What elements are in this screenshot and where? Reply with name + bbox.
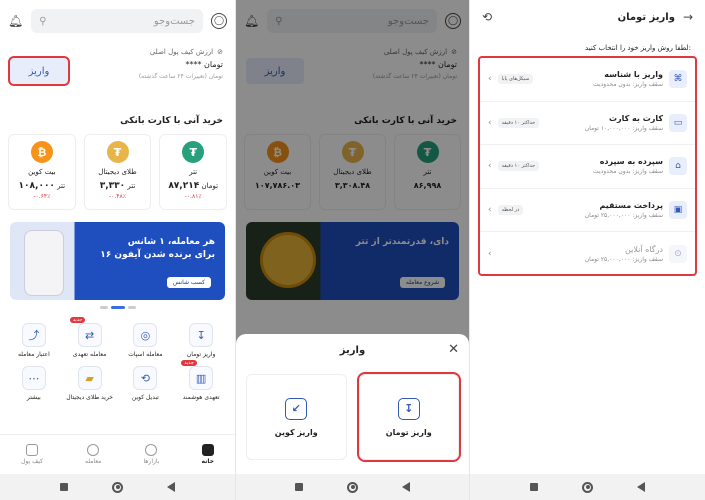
android-nav-bar xyxy=(470,474,705,500)
bottom-tab-bar: کیف پول معامله بازارها خانه xyxy=(0,434,235,474)
phone-image xyxy=(24,230,64,296)
deposit-sheet-screen: 🔔︎ ⚲ جست‌وجو ◯ ارزش کیف پول اصلی ⊘ **** ت… xyxy=(236,0,470,500)
method-badge: در لحظه xyxy=(497,204,524,215)
service-credit[interactable]: ⤴ اعتبار معامله xyxy=(6,323,62,358)
method-badge: حداکثر ۱۰ دقیقه xyxy=(497,161,540,172)
notification-icon[interactable]: 🔔︎ xyxy=(8,14,23,28)
markets-icon xyxy=(145,444,158,456)
back-arrow-icon[interactable]: → xyxy=(683,10,693,24)
smart-margin-icon: ▥ xyxy=(189,366,214,390)
chevron-left-icon: ‹ xyxy=(488,248,492,259)
service-spot[interactable]: ◎ معامله اسپات xyxy=(118,323,174,358)
deposit-toman-option[interactable]: ↧ واریز تومان xyxy=(356,372,461,462)
coin-card-gold[interactable]: ₮ طلای دیجیتال ۳,۳۳۰ تتر -۰.۴۸٪ xyxy=(83,134,152,210)
service-convert[interactable]: ⟲ تبدیل کوین xyxy=(118,366,174,401)
trade-icon xyxy=(87,444,100,456)
new-badge: جدید xyxy=(69,317,86,323)
eye-off-icon[interactable]: ⊘ xyxy=(217,48,223,56)
credit-icon: ⤴ xyxy=(21,323,46,347)
bank-icon: ⌂ xyxy=(669,157,687,176)
banner-cta[interactable]: کسب شانس xyxy=(166,277,211,288)
tab-wallet[interactable]: کیف پول xyxy=(21,444,43,465)
back-icon[interactable] xyxy=(167,482,175,492)
home-button-icon[interactable] xyxy=(112,481,123,493)
method-id-deposit[interactable]: ‹ سیکل‌های پایا واریز با شناسه سقف واریز:… xyxy=(480,58,695,102)
deposit-toman-icon: ↧ xyxy=(397,397,420,420)
page-title: واریز تومان xyxy=(617,11,675,23)
method-account-transfer[interactable]: ‹ حداکثر ۱۰ دقیقه سپرده به سپرده سقف واری… xyxy=(480,145,695,189)
promo-banner[interactable]: هر معامله، ۱ شانس برای برنده شدن آیفون ۱… xyxy=(10,222,225,300)
deposit-toman-icon: ↧ xyxy=(189,323,214,347)
method-badge: حداکثر ۱۰ دقیقه xyxy=(497,117,540,128)
tab-trade[interactable]: معامله xyxy=(85,444,101,465)
deposit-button[interactable]: واریز xyxy=(8,56,70,86)
direct-pay-icon: ▣ xyxy=(669,200,687,219)
coin-card-btc[interactable]: ₿ بیت کوین ۱۰۸,۰۰۰ تتر -۰.۶۴٪ xyxy=(8,134,76,210)
chevron-left-icon: ‹ xyxy=(488,74,492,85)
deposit-bottom-sheet: واریز ✕ ↙ واریز کوین ↧ واریز تومان xyxy=(236,334,469,474)
tab-home[interactable]: خانه xyxy=(201,444,214,465)
service-smart-margin[interactable]: جدید ▥ تعهدی هوشمند xyxy=(173,360,229,401)
home-icon xyxy=(201,444,214,456)
chevron-left-icon: ‹ xyxy=(488,161,492,172)
android-nav-bar xyxy=(236,474,469,500)
header: ⟲ واریز تومان → xyxy=(470,0,705,34)
close-icon[interactable]: ✕ xyxy=(448,342,459,357)
coin-card-usdt[interactable]: ₮ تتر ۸۷,۲۱۴ تومان -۰.۸۱٪ xyxy=(159,134,228,210)
search-icon: ⚲ xyxy=(39,15,47,27)
method-online-gateway[interactable]: ‹ درگاه آنلاین سقف واریز: ۲۵,۰۰۰,۰۰۰ توما… xyxy=(480,232,695,276)
back-icon[interactable] xyxy=(637,482,645,492)
id-deposit-icon: ⌘ xyxy=(669,70,687,89)
service-deposit-toman[interactable]: ↧ واریز تومان xyxy=(173,323,229,358)
tether-icon: ₮ xyxy=(182,141,205,163)
home-button-icon[interactable] xyxy=(582,481,593,493)
recent-apps-icon[interactable] xyxy=(60,483,68,491)
margin-icon: ⇄ xyxy=(77,323,102,347)
coin-cards: ₿ بیت کوین ۱۰۸,۰۰۰ تتر -۰.۶۴٪ ₮ طلای دیج… xyxy=(0,126,235,210)
new-badge: جدید xyxy=(181,360,197,366)
search-input[interactable]: ⚲ جست‌وجو xyxy=(31,9,203,33)
method-direct-pay[interactable]: ‹ در لحظه پرداخت مستقیم سقف واریز: ۲۵,۰۰۰… xyxy=(480,189,695,232)
gold-coin-icon: ₮ xyxy=(106,141,129,163)
bitcoin-icon: ₿ xyxy=(30,141,53,163)
recent-apps-icon[interactable] xyxy=(295,483,303,491)
deposit-methods-list: ‹ سیکل‌های پایا واریز با شناسه سقف واریز:… xyxy=(478,56,697,276)
instruction-text: لطفا روش واریز خود را انتخاب کنید: xyxy=(585,44,691,52)
deposit-coin-option[interactable]: ↙ واریز کوین xyxy=(246,374,347,460)
home-button-icon[interactable] xyxy=(347,481,358,493)
home-screen: 🔔︎ ⚲ جست‌وجو ◯ ارزش کیف پول اصلی ⊘ **** … xyxy=(0,0,236,500)
top-bar: 🔔︎ ⚲ جست‌وجو ◯ xyxy=(0,0,235,42)
wallet-icon xyxy=(25,444,38,456)
chevron-left-icon: ‹ xyxy=(488,204,492,215)
balance-card: ارزش کیف پول اصلی ⊘ **** تومان تومان (تغ… xyxy=(0,42,235,112)
gateway-icon: ⊙ xyxy=(669,244,687,263)
service-margin[interactable]: جدید ⇄ معامله تعهدی xyxy=(62,317,118,358)
convert-icon: ⟲ xyxy=(133,366,158,390)
android-nav-bar xyxy=(0,474,235,500)
services-grid: ⤴ اعتبار معامله جدید ⇄ معامله تعهدی ◎ معامله… xyxy=(0,309,235,401)
chevron-left-icon: ‹ xyxy=(488,117,492,128)
buy-section-title: خرید آنی با کارت بانکی xyxy=(120,116,223,126)
recent-apps-icon[interactable] xyxy=(530,483,538,491)
profile-icon[interactable]: ◯ xyxy=(211,13,227,29)
deposit-coin-icon: ↙ xyxy=(285,397,308,420)
service-gold[interactable]: ▰ خرید طلای دیجیتال xyxy=(62,366,118,401)
method-badge: سیکل‌های پایا xyxy=(497,74,534,85)
card-icon: ▭ xyxy=(669,113,687,132)
more-icon: ⋯ xyxy=(21,366,46,390)
service-more[interactable]: ⋯ بیشتر xyxy=(6,366,62,401)
tab-markets[interactable]: بازارها xyxy=(143,444,159,465)
back-icon[interactable] xyxy=(402,482,410,492)
sheet-title: واریز xyxy=(339,345,366,356)
gold-icon: ▰ xyxy=(77,366,102,390)
spot-icon: ◎ xyxy=(133,323,158,347)
balance-label-row: ارزش کیف پول اصلی ⊘ xyxy=(149,48,223,56)
deposit-toman-screen: ⟲ واریز تومان → لطفا روش واریز خود را ان… xyxy=(470,0,705,500)
method-card-to-card[interactable]: ‹ حداکثر ۱۰ دقیقه کارت به کارت سقف واریز:… xyxy=(480,102,695,145)
history-icon[interactable]: ⟲ xyxy=(482,10,492,24)
